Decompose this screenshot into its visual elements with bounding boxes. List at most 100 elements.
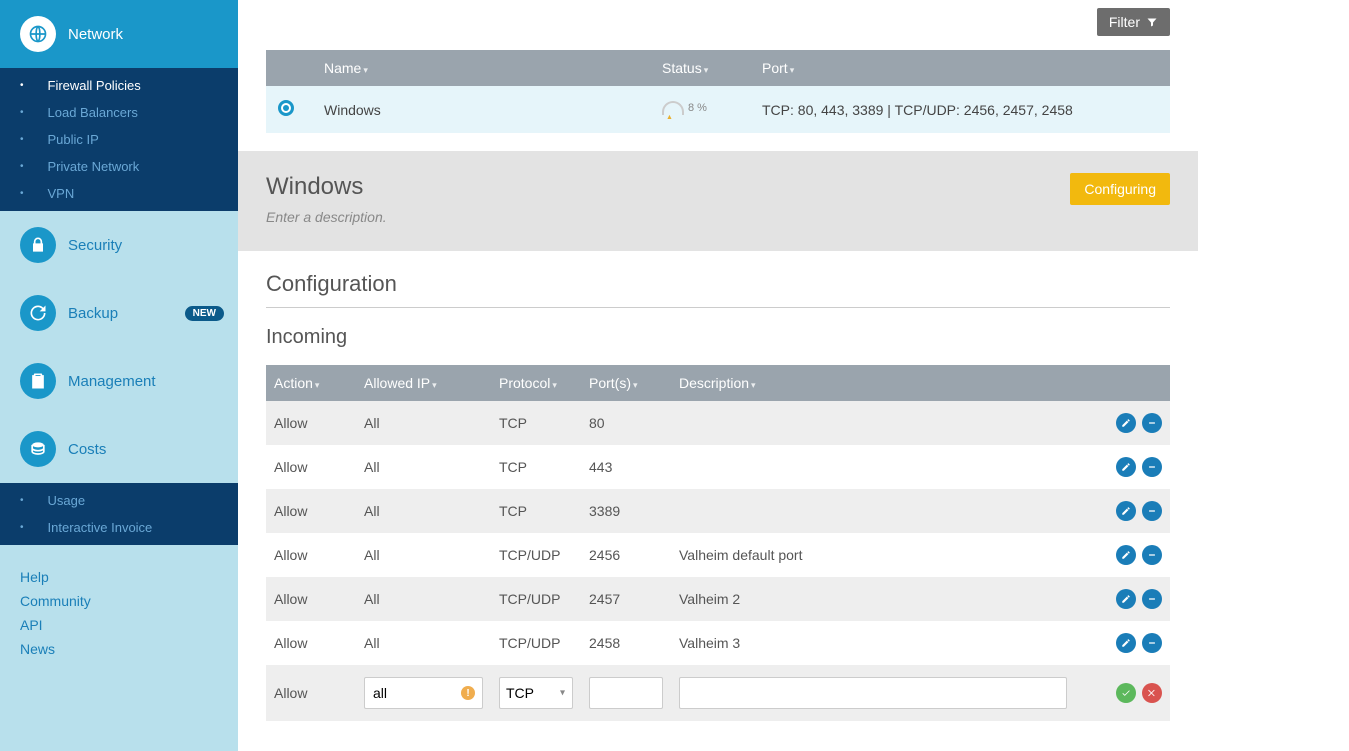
new-rule-row: Allow! TCP	[266, 665, 1170, 721]
edit-rule-button[interactable]	[1116, 501, 1136, 521]
subnav-usage[interactable]: Usage	[0, 487, 238, 514]
nav-label: Management	[68, 373, 156, 390]
rule-ports: 443	[581, 445, 671, 489]
nav-security[interactable]: Security	[0, 211, 238, 279]
nav-label: Backup	[68, 305, 118, 322]
rule-protocol: TCP	[491, 445, 581, 489]
detail-header: Windows Enter a description. Configuring	[238, 151, 1198, 251]
remove-rule-button[interactable]	[1142, 545, 1162, 565]
costs-subnav: Usage Interactive Invoice	[0, 483, 238, 545]
col-description[interactable]: Description▾	[671, 365, 1075, 401]
subnav-private-network[interactable]: Private Network	[0, 153, 238, 180]
rule-ports: 2458	[581, 621, 671, 665]
col-allowed-ip[interactable]: Allowed IP▾	[356, 365, 491, 401]
sidebar: Network Firewall Policies Load Balancers…	[0, 0, 238, 751]
rule-protocol: TCP/UDP	[491, 577, 581, 621]
nav-backup[interactable]: Backup NEW	[0, 279, 238, 347]
rule-allowed-ip: All	[356, 621, 491, 665]
rule-description: Valheim 3	[671, 621, 1075, 665]
subnav-load-balancers[interactable]: Load Balancers	[0, 99, 238, 126]
rule-ports: 2456	[581, 533, 671, 577]
row-radio-selected[interactable]	[278, 100, 294, 116]
col-ports[interactable]: Port(s)▾	[581, 365, 671, 401]
remove-rule-button[interactable]	[1142, 501, 1162, 521]
rule-action: Allow	[266, 621, 356, 665]
coins-icon	[20, 431, 56, 467]
rule-allowed-ip: All	[356, 445, 491, 489]
policy-row[interactable]: Windows 8 % TCP: 80, 443, 3389 | TCP/UDP…	[266, 86, 1170, 133]
remove-rule-button[interactable]	[1142, 457, 1162, 477]
rule-row: AllowAllTCP/UDP2456Valheim default port	[266, 533, 1170, 577]
edit-rule-button[interactable]	[1116, 633, 1136, 653]
rule-action: Allow	[266, 445, 356, 489]
backup-icon	[20, 295, 56, 331]
link-help[interactable]: Help	[20, 565, 218, 589]
remove-rule-button[interactable]	[1142, 633, 1162, 653]
network-subnav: Firewall Policies Load Balancers Public …	[0, 68, 238, 211]
rule-description	[671, 445, 1075, 489]
network-icon	[20, 16, 56, 52]
link-community[interactable]: Community	[20, 589, 218, 613]
rule-allowed-ip: All	[356, 577, 491, 621]
detail-description-placeholder[interactable]: Enter a description.	[266, 209, 387, 225]
nav-label: Network	[68, 26, 123, 43]
subnav-public-ip[interactable]: Public IP	[0, 126, 238, 153]
edit-rule-button[interactable]	[1116, 457, 1136, 477]
filter-button[interactable]: Filter	[1097, 8, 1170, 36]
nav-costs[interactable]: Costs	[0, 415, 238, 483]
confirm-rule-button[interactable]	[1116, 683, 1136, 703]
rule-row: AllowAllTCP443	[266, 445, 1170, 489]
rule-row: AllowAllTCP80	[266, 401, 1170, 445]
col-name[interactable]: Name▾	[312, 50, 650, 86]
rule-action: Allow	[266, 489, 356, 533]
remove-rule-button[interactable]	[1142, 589, 1162, 609]
subnav-interactive-invoice[interactable]: Interactive Invoice	[0, 514, 238, 541]
filter-icon	[1146, 16, 1158, 28]
policy-list-table: Name▾ Status▾ Port▾ Windows 8 % TCP: 80,	[266, 50, 1170, 133]
clipboard-icon	[20, 363, 56, 399]
new-rule-ports-input[interactable]	[589, 677, 663, 709]
subnav-firewall-policies[interactable]: Firewall Policies	[0, 72, 238, 99]
rule-row: AllowAllTCP/UDP2458Valheim 3	[266, 621, 1170, 665]
col-status[interactable]: Status▾	[650, 50, 750, 86]
rule-protocol: TCP/UDP	[491, 621, 581, 665]
col-protocol[interactable]: Protocol▾	[491, 365, 581, 401]
nav-network[interactable]: Network	[0, 0, 238, 68]
subnav-vpn[interactable]: VPN	[0, 180, 238, 207]
nav-management[interactable]: Management	[0, 347, 238, 415]
new-rule-action: Allow	[266, 665, 356, 721]
subsection-incoming: Incoming	[266, 308, 1170, 365]
cancel-rule-button[interactable]	[1142, 683, 1162, 703]
warning-icon: !	[461, 686, 475, 700]
edit-rule-button[interactable]	[1116, 413, 1136, 433]
new-badge: NEW	[185, 306, 224, 321]
rule-ports: 80	[581, 401, 671, 445]
rule-action: Allow	[266, 577, 356, 621]
nav-label: Costs	[68, 441, 106, 458]
col-port[interactable]: Port▾	[750, 50, 1170, 86]
rule-allowed-ip: All	[356, 533, 491, 577]
rule-row: AllowAllTCP3389	[266, 489, 1170, 533]
status-gauge: 8 %	[662, 101, 707, 115]
edit-rule-button[interactable]	[1116, 589, 1136, 609]
new-rule-description-input[interactable]	[679, 677, 1067, 709]
new-rule-protocol-select[interactable]: TCP	[499, 677, 573, 709]
rule-action: Allow	[266, 533, 356, 577]
rule-allowed-ip: All	[356, 489, 491, 533]
status-pill-configuring: Configuring	[1070, 173, 1170, 205]
rules-table: Action▾ Allowed IP▾ Protocol▾ Port(s)▾ D…	[266, 365, 1170, 721]
detail-title: Windows	[266, 173, 387, 201]
rule-description: Valheim 2	[671, 577, 1075, 621]
rule-ports: 2457	[581, 577, 671, 621]
remove-rule-button[interactable]	[1142, 413, 1162, 433]
edit-rule-button[interactable]	[1116, 545, 1136, 565]
rule-description	[671, 401, 1075, 445]
lock-icon	[20, 227, 56, 263]
col-action[interactable]: Action▾	[266, 365, 356, 401]
rule-row: AllowAllTCP/UDP2457Valheim 2	[266, 577, 1170, 621]
policy-name: Windows	[312, 86, 650, 133]
rule-allowed-ip: All	[356, 401, 491, 445]
rule-protocol: TCP/UDP	[491, 533, 581, 577]
link-api[interactable]: API	[20, 613, 218, 637]
link-news[interactable]: News	[20, 637, 218, 661]
